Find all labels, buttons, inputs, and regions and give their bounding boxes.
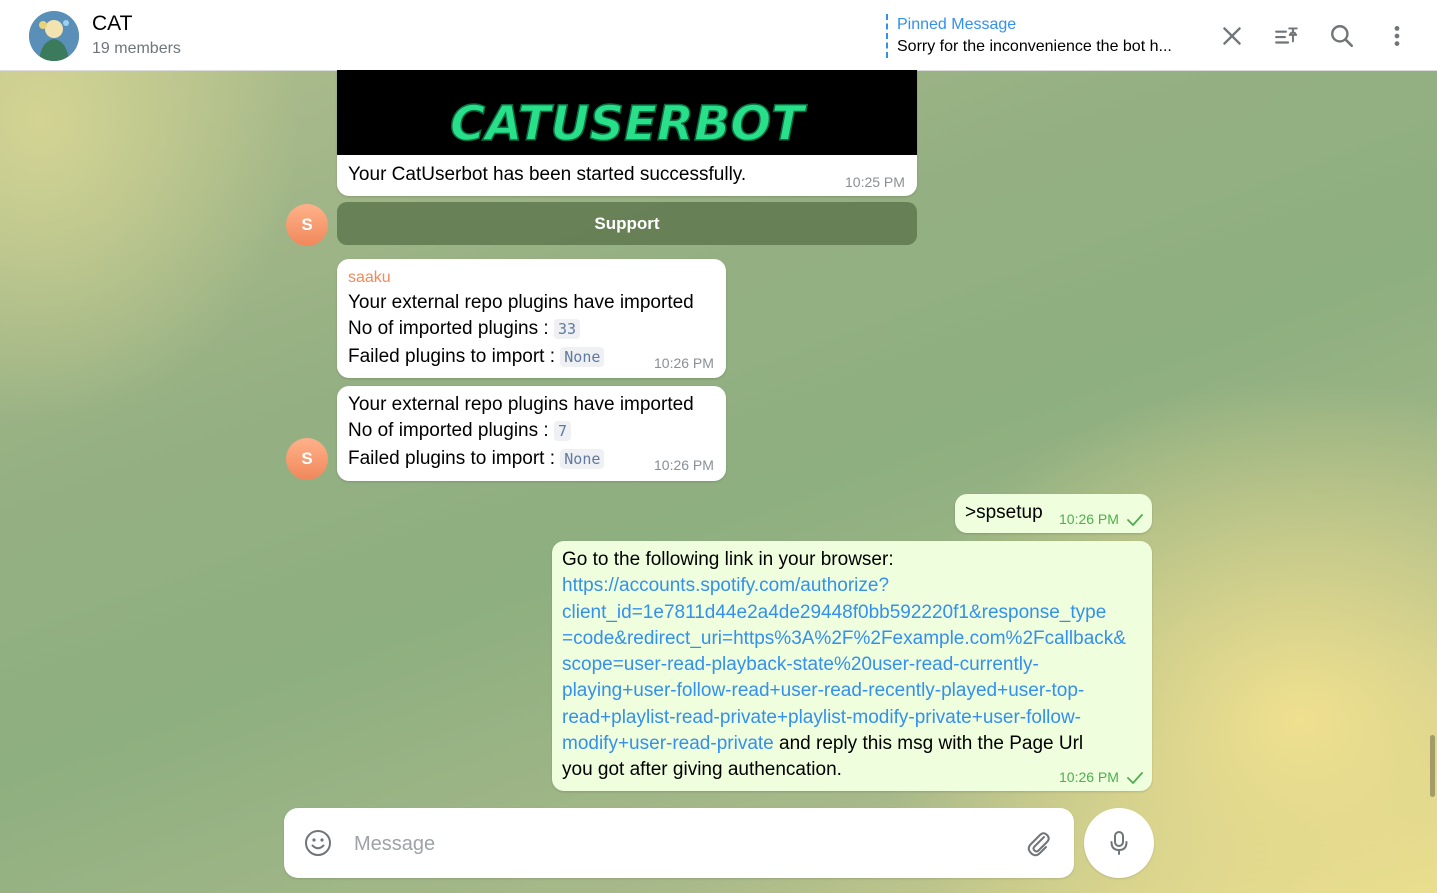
- authorize-link-line-5[interactable]: playing+user-follow-read+user-read-recen…: [562, 678, 1126, 704]
- imported-count-line: No of imported plugins : 33: [348, 316, 581, 342]
- sender-name[interactable]: saaku: [348, 268, 391, 288]
- read-check-icon: [1126, 514, 1143, 526]
- failed-count-line: Failed plugins to import : None: [348, 344, 605, 370]
- pinned-text: Sorry for the inconvenience the bot h...: [897, 38, 1172, 55]
- microphone-icon: [1110, 831, 1128, 855]
- authorize-link-line-1[interactable]: https://accounts.spotify.com/authorize?: [562, 573, 1126, 599]
- pinned-label: Pinned Message: [897, 16, 1017, 33]
- message-text: >spsetup: [965, 502, 1043, 523]
- catuserbot-banner-image: CATUSERBOT: [337, 70, 917, 155]
- sender-avatar[interactable]: S: [286, 204, 328, 246]
- scrollbar-thumb[interactable]: [1430, 735, 1435, 797]
- message-time-status: 10:26 PM: [1059, 511, 1143, 527]
- startup-message[interactable]: CATUSERBOT Your CatUserbot has been star…: [337, 70, 917, 196]
- search-icon[interactable]: [1328, 22, 1356, 50]
- message-text: Your external repo plugins have imported: [348, 292, 694, 313]
- banner-text: CATUSERBOT: [450, 96, 807, 152]
- startup-caption: Your CatUserbot has been started success…: [348, 164, 747, 185]
- voice-record-button[interactable]: [1084, 808, 1154, 878]
- sender-avatar[interactable]: S: [286, 438, 328, 480]
- failed-count-value[interactable]: None: [560, 347, 605, 367]
- authorize-link-line-2[interactable]: client_id=1e7811d44e2a4de29448f0bb592220…: [562, 600, 1126, 626]
- imported-count-label: No of imported plugins :: [348, 318, 549, 339]
- authorize-link-line-4[interactable]: scope=user-read-playback-state%20user-re…: [562, 652, 1126, 678]
- message-tail-1: and reply this msg with the Page Url: [773, 733, 1084, 755]
- emoji-icon[interactable]: [304, 829, 332, 857]
- authorize-link-last-line: modify+user-read-private and reply this …: [562, 731, 1126, 757]
- message-intro: Go to the following link in your browser…: [562, 549, 894, 570]
- message-time: 10:25 PM: [845, 174, 905, 190]
- message-time: 10:26 PM: [1059, 511, 1119, 527]
- message-text: Your external repo plugins have imported: [348, 394, 694, 415]
- plugins-message-2[interactable]: Your external repo plugins have imported…: [337, 386, 726, 481]
- pinned-message-bar[interactable]: Pinned Message Sorry for the inconvenien…: [886, 14, 1217, 58]
- more-vertical-icon[interactable]: [1383, 22, 1411, 50]
- failed-count-label: Failed plugins to import :: [348, 448, 555, 469]
- avatar-letter: S: [301, 449, 313, 468]
- authorize-link-line-6[interactable]: read+playlist-read-private+playlist-modi…: [562, 705, 1126, 731]
- failed-count-label: Failed plugins to import :: [348, 346, 555, 367]
- message-tail-2: you got after giving authencation.: [562, 759, 842, 781]
- outgoing-command-message[interactable]: >spsetup 10:26 PM: [955, 494, 1152, 533]
- avatar-letter: S: [301, 215, 313, 234]
- message-time-status: 10:26 PM: [1059, 769, 1143, 785]
- imported-count-value[interactable]: 33: [553, 319, 581, 339]
- close-icon[interactable]: [1218, 22, 1246, 50]
- members-count: 19 members: [92, 40, 181, 57]
- chat-header: CAT 19 members Pinned Message Sorry for …: [0, 0, 1437, 71]
- failed-count-line: Failed plugins to import : None: [348, 446, 605, 472]
- attach-icon[interactable]: [1024, 829, 1052, 857]
- read-check-icon: [1126, 772, 1143, 784]
- group-avatar-image: [29, 11, 79, 61]
- chat-title[interactable]: CAT: [92, 12, 132, 36]
- support-button[interactable]: Support: [337, 202, 917, 245]
- imported-count-line: No of imported plugins : 7: [348, 418, 571, 444]
- authorize-link-line-3[interactable]: =code&redirect_uri=https%3A%2F%2Fexample…: [562, 626, 1126, 652]
- message-input[interactable]: [352, 826, 996, 862]
- imported-count-value[interactable]: 7: [553, 421, 571, 441]
- failed-count-value[interactable]: None: [560, 449, 605, 469]
- pinned-list-icon[interactable]: [1273, 22, 1301, 50]
- authorize-link-line-7[interactable]: modify+user-read-private: [562, 733, 774, 754]
- message-composer: [284, 808, 1074, 878]
- message-time: 10:26 PM: [1059, 769, 1119, 785]
- link-message-body: Go to the following link in your browser…: [562, 547, 1126, 784]
- support-button-label: Support: [594, 213, 660, 233]
- outgoing-link-message[interactable]: Go to the following link in your browser…: [552, 541, 1152, 791]
- imported-count-label: No of imported plugins :: [348, 420, 549, 441]
- message-time: 10:26 PM: [654, 355, 714, 371]
- telegram-chat-window: CAT 19 members Pinned Message Sorry for …: [0, 0, 1437, 893]
- message-time: 10:26 PM: [654, 457, 714, 473]
- plugins-message-1[interactable]: saaku Your external repo plugins have im…: [337, 259, 726, 378]
- group-avatar[interactable]: [29, 11, 79, 61]
